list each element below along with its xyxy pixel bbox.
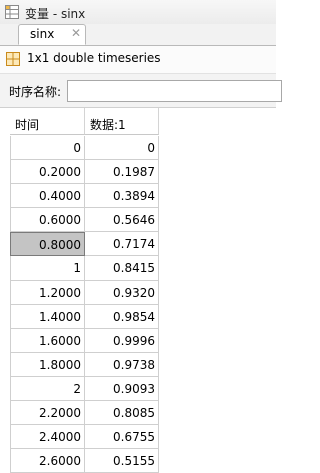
table-row[interactable]: 1.4000 0.9854: [0, 304, 276, 329]
grid-icon: [6, 52, 20, 66]
time-cell[interactable]: 1.4000: [10, 304, 85, 329]
table-row[interactable]: 0.2000 0.1987: [0, 160, 276, 185]
value-cell[interactable]: 0.5155: [85, 449, 159, 473]
table-row[interactable]: 2.2000 0.8085: [0, 401, 276, 426]
variable-editor-icon: [5, 5, 19, 19]
time-cell[interactable]: 0.6000: [10, 208, 85, 233]
time-cell[interactable]: 1: [10, 256, 85, 281]
column-header-data[interactable]: 数据:1: [85, 108, 159, 135]
table-row[interactable]: 1.8000 0.9738: [0, 352, 276, 377]
close-icon[interactable]: ✕: [71, 26, 81, 40]
value-cell[interactable]: 0.9996: [85, 328, 159, 353]
tab-label: sinx: [30, 27, 55, 41]
table-row[interactable]: 2 0.9093: [0, 376, 276, 402]
table-row[interactable]: 0.8000 0.7174: [0, 232, 276, 257]
timeseries-name-bar: 时序名称:: [0, 74, 282, 108]
timeseries-name-label: 时序名称:: [9, 85, 62, 99]
table-row[interactable]: 2.6000 0.5155: [0, 449, 276, 473]
time-cell[interactable]: 0: [10, 136, 85, 161]
table-row[interactable]: 00: [0, 136, 276, 161]
value-cell[interactable]: 0.9854: [85, 304, 159, 329]
value-cell[interactable]: 0.9738: [85, 352, 159, 377]
timeseries-name-input[interactable]: [67, 80, 282, 102]
time-cell[interactable]: 2.2000: [10, 401, 85, 426]
time-cell[interactable]: 1.8000: [10, 352, 85, 377]
table-row[interactable]: 0.6000 0.5646: [0, 208, 276, 233]
time-cell[interactable]: 1.2000: [10, 280, 85, 305]
value-cell[interactable]: 0.8085: [85, 401, 159, 426]
time-cell[interactable]: 0.2000: [10, 160, 85, 185]
data-table: 时间 数据:1 0 0 0.2000 0.1987 0.4000 0.3894 0.6000…: [0, 108, 276, 473]
window-title: 变量 - sinx: [25, 7, 86, 21]
table-body: 0 0 0.2000 0.1987 0.4000 0.3894 0.6000 0.5646 0.…: [0, 136, 276, 473]
value-cell[interactable]: 0.3894: [85, 184, 159, 209]
variable-description: 1x1 double timeseries: [27, 51, 161, 65]
value-cell[interactable]: 0: [85, 136, 159, 161]
value-cell[interactable]: 0.9093: [85, 376, 159, 402]
time-cell[interactable]: 1.6000: [10, 328, 85, 353]
value-cell[interactable]: 0.8415: [85, 256, 159, 281]
table-row[interactable]: 1 0.8415: [0, 256, 276, 281]
time-cell[interactable]: 0.8000: [10, 232, 85, 257]
table-row[interactable]: 1.6000 0.9996: [0, 328, 276, 353]
value-cell[interactable]: 0.5646: [85, 208, 159, 233]
value-cell[interactable]: 0.9320: [85, 280, 159, 305]
time-cell[interactable]: 2: [10, 376, 85, 402]
table-row[interactable]: 1.2000 0.9320: [0, 280, 276, 305]
value-cell[interactable]: 0.7174: [85, 232, 159, 257]
tab-sinx[interactable]: sinx ✕: [18, 24, 86, 45]
tab-strip: sinx ✕: [0, 24, 276, 46]
table-row[interactable]: 0.4000 0.3894: [0, 184, 276, 209]
time-cell[interactable]: 0.4000: [10, 184, 85, 209]
variable-info-bar: 1x1 double timeseries: [0, 46, 276, 74]
title-bar: 变量 - sinx: [0, 0, 276, 25]
column-header-time[interactable]: 时间: [10, 108, 85, 135]
time-cell[interactable]: 2.6000: [10, 449, 85, 473]
value-cell[interactable]: 0.1987: [85, 160, 159, 185]
